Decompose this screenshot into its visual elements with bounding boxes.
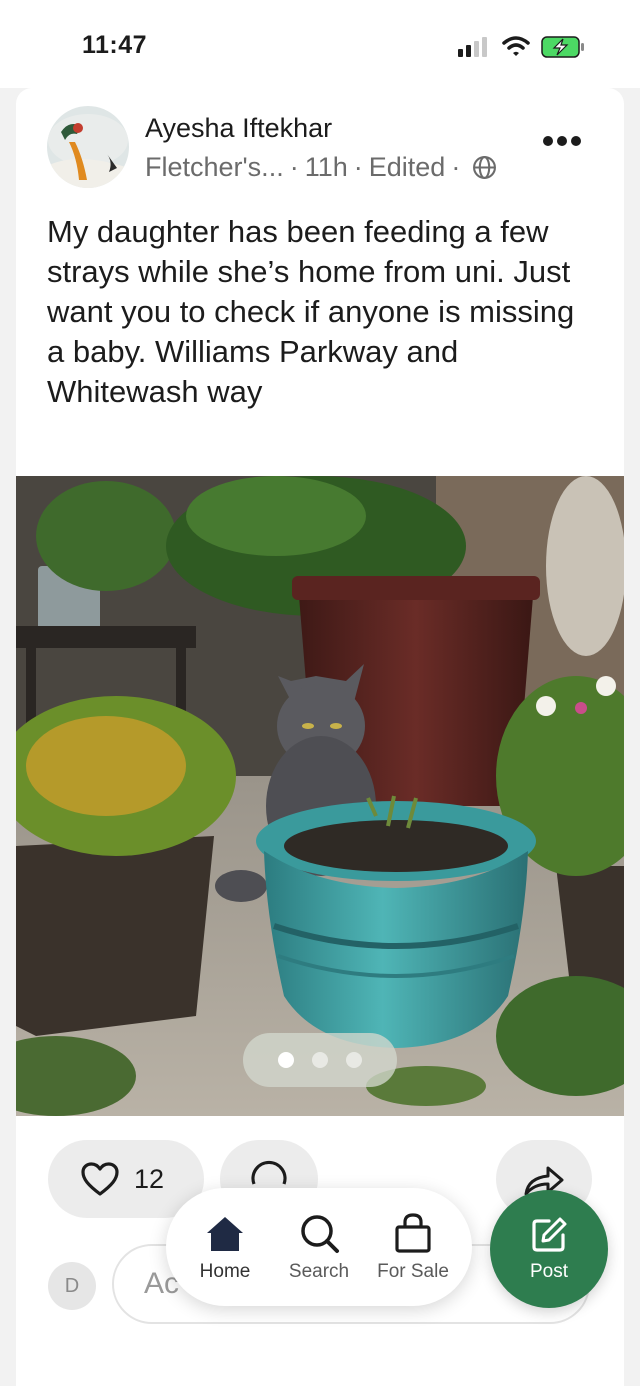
nav-for-sale-label: For Sale xyxy=(377,1261,449,1282)
pager-dot[interactable] xyxy=(312,1052,328,1068)
pager-dot[interactable] xyxy=(346,1052,362,1068)
meta-separator: · xyxy=(289,152,299,182)
home-icon xyxy=(207,1217,243,1251)
battery-charging-icon xyxy=(541,36,584,58)
pager-dot-active[interactable] xyxy=(278,1052,294,1068)
group-name[interactable]: Fletcher's... xyxy=(145,152,284,183)
nav-for-sale[interactable]: For Sale xyxy=(368,1211,458,1283)
author-name[interactable]: Ayesha Iftekhar xyxy=(145,113,332,144)
cellular-signal-icon xyxy=(458,37,490,57)
status-bar: 11:47 xyxy=(0,0,640,88)
like-count: 12 xyxy=(134,1163,165,1194)
shopping-bag-icon xyxy=(395,1213,431,1253)
more-options-icon[interactable] xyxy=(542,134,582,148)
image-pager[interactable] xyxy=(243,1033,397,1087)
edited-label: Edited xyxy=(368,152,446,182)
status-time: 11:47 xyxy=(82,31,148,59)
globe-icon xyxy=(473,156,497,179)
nav-home[interactable]: Home xyxy=(180,1211,270,1283)
meta-separator: · xyxy=(353,152,363,182)
post-button[interactable]: Post xyxy=(490,1190,608,1308)
nav-search-label: Search xyxy=(288,1261,350,1282)
post-age: 11h xyxy=(304,152,348,182)
compose-icon xyxy=(532,1217,567,1252)
meta-separator: · xyxy=(451,152,461,182)
nav-home-label: Home xyxy=(199,1261,251,1282)
bottom-nav: Home Search For Sale xyxy=(166,1188,472,1306)
author-avatar[interactable] xyxy=(47,106,129,188)
nav-search[interactable]: Search xyxy=(274,1211,364,1283)
photo-image xyxy=(16,476,624,1116)
heart-icon xyxy=(81,1162,119,1196)
search-icon xyxy=(301,1215,339,1253)
post-button-label: Post xyxy=(529,1261,569,1282)
post-photo[interactable] xyxy=(16,476,624,1116)
post-body-text: My daughter has been feeding a few stray… xyxy=(47,214,575,409)
wifi-icon xyxy=(502,36,530,56)
commenter-avatar: D xyxy=(48,1262,96,1310)
post-meta: Fletcher's... · 11h · Edited · xyxy=(145,152,497,183)
